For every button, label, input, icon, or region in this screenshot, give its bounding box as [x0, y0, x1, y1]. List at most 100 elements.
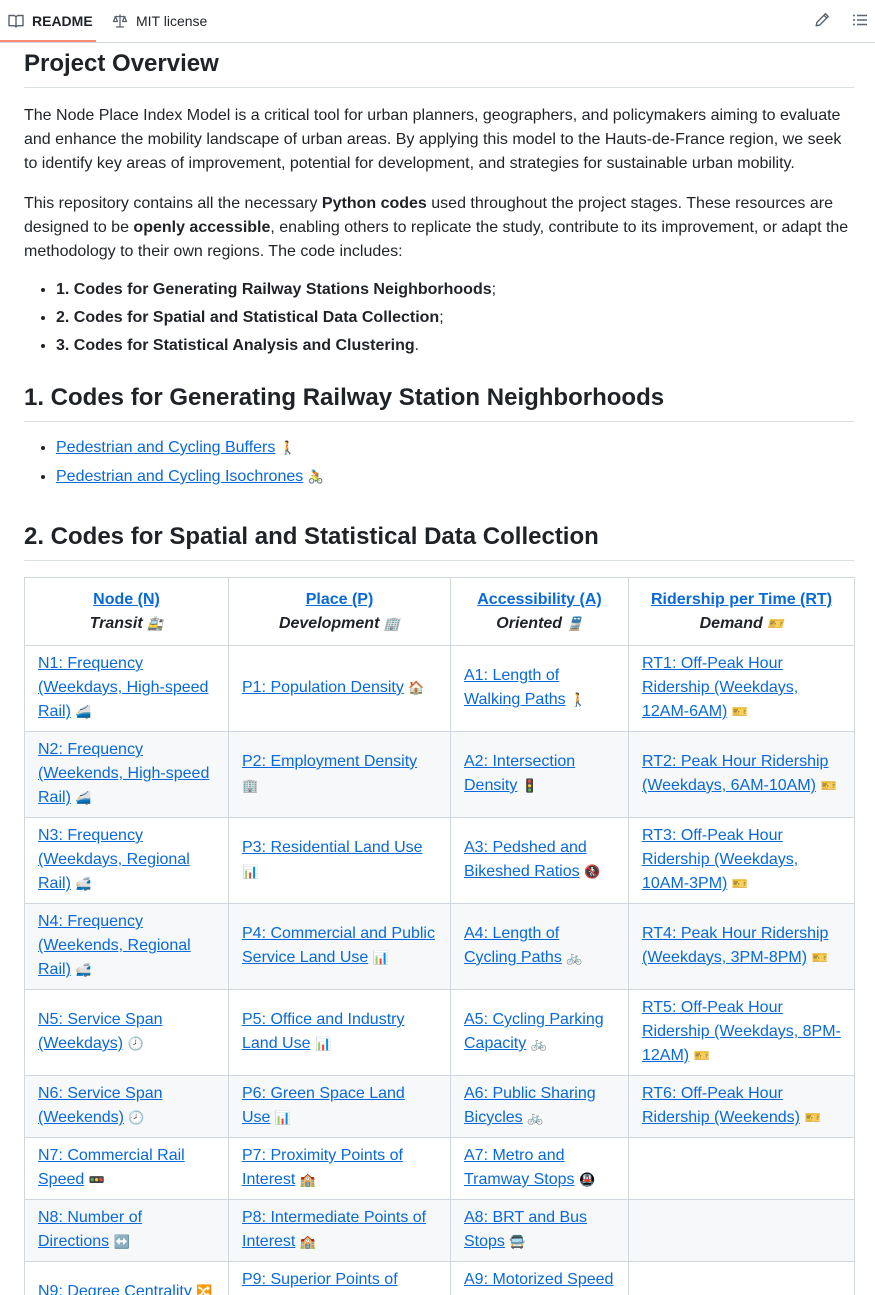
- list-item-tail: ;: [439, 309, 444, 326]
- overview-paragraph-1: The Node Place Index Model is a critical…: [24, 107, 842, 172]
- indicator-emoji-icon: 🏫: [299, 1235, 316, 1250]
- readme-content: Project Overview The Node Place Index Mo…: [24, 43, 855, 1295]
- table-cell-ridership: [628, 1137, 855, 1200]
- link-node[interactable]: Node (N): [93, 591, 160, 608]
- table-cell-node: N1: Frequency (Weekdays, High-speed Rail…: [24, 645, 229, 732]
- tab-bar: README MIT license: [0, 0, 875, 43]
- link-buffers[interactable]: Pedestrian and Cycling Buffers: [56, 439, 275, 456]
- indicator-emoji-icon: 🚦: [521, 779, 538, 794]
- header-sub-text: Transit: [89, 615, 143, 632]
- table-row: N6: Service Span (Weekends) 🕗 P6: Green S…: [24, 1075, 855, 1138]
- table-cell-accessibility: A2: Intersection Density 🚦: [450, 731, 629, 818]
- header-sub: Transit 🚉: [38, 612, 215, 637]
- indicator-link[interactable]: P2: Employment Density: [242, 753, 417, 770]
- indicator-link[interactable]: A2: Intersection Density: [464, 753, 575, 794]
- indicator-link[interactable]: P1: Population Density: [242, 679, 404, 696]
- law-scale-icon: [112, 13, 128, 29]
- active-tab-indicator: [0, 40, 96, 42]
- indicator-emoji-icon: 🚲: [527, 1111, 544, 1126]
- table-cell-ridership: RT1: Off-Peak Hour Ridership (Weekdays, …: [628, 645, 855, 732]
- link-isochrones[interactable]: Pedestrian and Cycling Isochrones: [56, 468, 303, 485]
- list-item-tail: .: [414, 337, 420, 354]
- indicator-emoji-icon: 🎫: [811, 951, 828, 966]
- indicator-emoji-icon: 🎫: [804, 1111, 821, 1126]
- indicator-emoji-icon: 🚄: [75, 705, 92, 720]
- header-sub: Development 🏢: [242, 612, 437, 637]
- indicator-link[interactable]: RT1: Off-Peak Hour Ridership (Weekdays, …: [642, 655, 798, 720]
- indicator-emoji-icon: 📊: [274, 1111, 292, 1126]
- indicator-link[interactable]: A4: Length of Cycling Paths: [464, 925, 562, 966]
- indicator-link[interactable]: N2: Frequency (Weekends, High-speed Rail…: [38, 741, 209, 806]
- heading-section-2: 2. Codes for Spatial and Statistical Dat…: [24, 522, 854, 561]
- tab-license[interactable]: MIT license: [112, 0, 207, 42]
- indicator-link[interactable]: A3: Pedshed and Bikeshed Ratios: [464, 839, 587, 880]
- list-item: Pedestrian and Cycling Isochrones 🚴: [56, 465, 854, 490]
- header-place: Place (P) Development 🏢: [228, 577, 451, 646]
- indicator-emoji-icon: 📊: [314, 1037, 332, 1052]
- indicator-emoji-icon: 🕗: [127, 1037, 144, 1052]
- table-cell-accessibility: A4: Length of Cycling Paths 🚲: [450, 903, 629, 990]
- header-ridership: Ridership per Time (RT) Demand 🎫: [628, 577, 855, 646]
- indicator-link[interactable]: A7: Metro and Tramway Stops: [464, 1147, 575, 1188]
- indicator-emoji-icon: 🎫: [731, 705, 748, 720]
- table-cell-place: P4: Commercial and Public Service Land U…: [228, 903, 451, 990]
- indicator-link[interactable]: RT6: Off-Peak Hour Ridership (Weekends): [642, 1085, 800, 1126]
- table-cell-accessibility: A3: Pedshed and Bikeshed Ratios 🚷: [450, 817, 629, 904]
- indicator-link[interactable]: RT4: Peak Hour Ridership (Weekdays, 3PM-…: [642, 925, 828, 966]
- indicator-link[interactable]: P4: Commercial and Public Service Land U…: [242, 925, 435, 966]
- indicator-link[interactable]: P9: Superior Points of Interest: [242, 1271, 398, 1295]
- header-sub-text: Development: [278, 615, 380, 632]
- indicator-link[interactable]: N9: Degree Centrality: [38, 1283, 192, 1295]
- edit-button[interactable]: [813, 11, 831, 29]
- tab-readme-label: README: [32, 13, 93, 29]
- tab-readme[interactable]: README: [8, 0, 93, 42]
- list-item: 3. Codes for Statistical Analysis and Cl…: [56, 334, 854, 358]
- indicator-link[interactable]: RT3: Off-Peak Hour Ridership (Weekdays, …: [642, 827, 798, 892]
- indicator-link[interactable]: N1: Frequency (Weekdays, High-speed Rail…: [38, 655, 208, 720]
- bold-python-codes: Python codes: [321, 195, 427, 212]
- indicator-link[interactable]: P3: Residential Land Use: [242, 839, 423, 856]
- link-place[interactable]: Place (P): [306, 591, 374, 608]
- list-item-bold: 2. Codes for Spatial and Statistical Dat…: [56, 309, 440, 326]
- indicator-link[interactable]: RT2: Peak Hour Ridership (Weekdays, 6AM-…: [642, 753, 828, 794]
- indicator-link[interactable]: N7: Commercial Rail Speed: [38, 1147, 185, 1188]
- table-cell-ridership: [628, 1261, 855, 1295]
- table-row: N3: Frequency (Weekdays, Regional Rail) …: [24, 817, 855, 904]
- indicator-emoji-icon: 🏠: [408, 681, 425, 696]
- table-cell-node: N5: Service Span (Weekdays) 🕗: [24, 989, 229, 1076]
- indicator-link[interactable]: P7: Proximity Points of Interest: [242, 1147, 403, 1188]
- header-accessibility: Accessibility (A) Oriented 🚆: [450, 577, 629, 646]
- office-building-icon: 🏢: [383, 617, 401, 632]
- tab-license-label: MIT license: [136, 13, 208, 29]
- overview-paragraph-2: This repository contains all the necessa…: [24, 192, 854, 264]
- outline-button[interactable]: [851, 11, 869, 29]
- bold-openly-accessible: openly accessible: [133, 219, 271, 236]
- book-icon: [8, 13, 24, 29]
- list-item: Pedestrian and Cycling Buffers 🚶: [56, 436, 854, 461]
- indicator-emoji-icon: 🚄: [75, 791, 92, 806]
- link-ridership[interactable]: Ridership per Time (RT): [651, 591, 832, 608]
- train-icon: 🚆: [566, 617, 583, 632]
- indicator-link[interactable]: RT5: Off-Peak Hour Ridership (Weekdays, …: [642, 999, 841, 1064]
- indicator-emoji-icon: 🚇: [579, 1173, 596, 1188]
- table-body: N1: Frequency (Weekdays, High-speed Rail…: [24, 645, 855, 1295]
- table-cell-place: P5: Office and Industry Land Use 📊: [228, 989, 451, 1076]
- indicator-emoji-icon: 🚅: [75, 877, 92, 892]
- indicator-link[interactable]: N4: Frequency (Weekends, Regional Rail): [38, 913, 191, 978]
- table-row: N9: Degree Centrality 🔀 P9: Superior Poin…: [24, 1261, 855, 1295]
- indicator-emoji-icon: 🚲: [530, 1037, 547, 1052]
- header-node: Node (N) Transit 🚉: [24, 577, 229, 646]
- station-icon: 🚉: [147, 617, 164, 632]
- link-accessibility[interactable]: Accessibility (A): [477, 591, 601, 608]
- indicator-emoji-icon: 📊: [242, 865, 259, 880]
- indicator-link[interactable]: P8: Intermediate Points of Interest: [242, 1209, 426, 1250]
- indicator-link[interactable]: P6: Green Space Land Use: [242, 1085, 405, 1126]
- indicator-link[interactable]: A9: Motorized Speed Limit: [464, 1271, 613, 1295]
- indicator-emoji-icon: 🚍: [509, 1235, 526, 1250]
- table-cell-place: P9: Superior Points of Interest 🏫: [228, 1261, 451, 1295]
- table-cell-accessibility: A8: BRT and Bus Stops 🚍: [450, 1199, 629, 1262]
- table-cell-accessibility: A5: Cycling Parking Capacity 🚲: [450, 989, 629, 1076]
- indicator-link[interactable]: A1: Length of Walking Paths: [464, 667, 566, 708]
- ticket-icon: 🎫: [767, 617, 784, 632]
- indicator-link[interactable]: N3: Frequency (Weekdays, Regional Rail): [38, 827, 190, 892]
